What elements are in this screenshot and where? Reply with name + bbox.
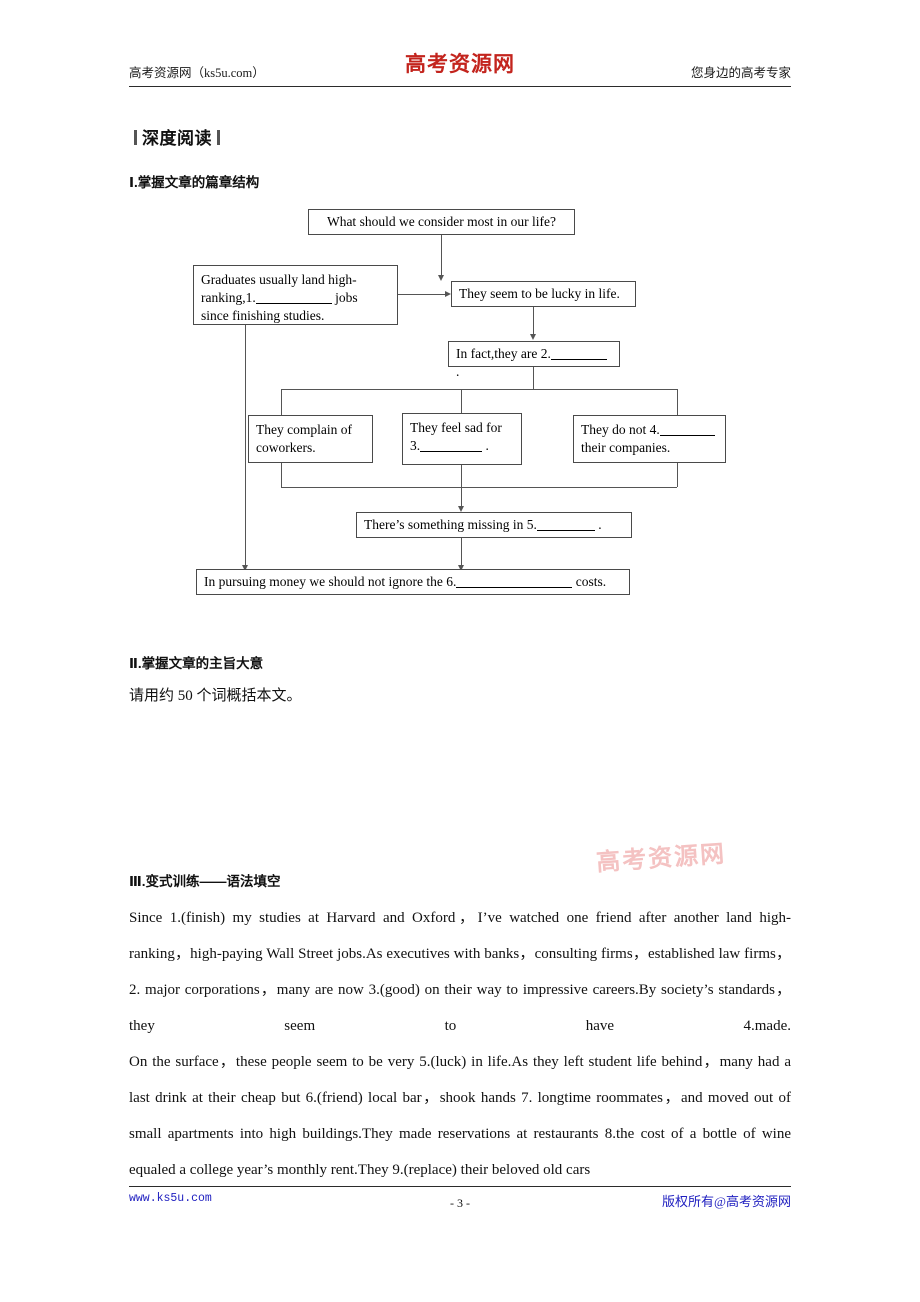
footer-divider: [129, 1186, 791, 1187]
connector-rise-sad: [461, 465, 462, 487]
flow-box-infact-suffix: .: [456, 364, 460, 379]
flow-box-graduates-line2-prefix: ranking,1.: [201, 290, 256, 305]
paragraph-1: Since 1.(finish) my studies at Harvard a…: [129, 910, 791, 1034]
blank-6: [456, 587, 573, 588]
flow-box-complain: They complain of coworkers.: [248, 415, 373, 463]
title-bar-right: [217, 130, 220, 145]
page-title-text: 深度阅读: [142, 129, 212, 148]
connector-drop-complain: [281, 389, 282, 415]
flow-box-graduates-line3: since finishing studies.: [201, 308, 325, 323]
connector-lucky-to-infact: [533, 307, 534, 336]
connector-drop-sad: [461, 389, 462, 415]
header-divider: [129, 86, 791, 87]
connector-drop-companies: [677, 389, 678, 415]
connector-rise-companies: [677, 463, 678, 487]
title-bar-left: [134, 130, 137, 145]
flow-box-companies-line2: their companies.: [581, 440, 671, 455]
section-3-heading: Ⅲ.变式训练——语法填空: [129, 874, 281, 889]
flow-box-conclusion-suffix: costs.: [575, 574, 607, 589]
connector-infact-down: [533, 367, 534, 389]
flow-box-graduates-line2-suffix: jobs: [335, 290, 358, 305]
flow-box-infact: In fact,they are 2. .: [448, 341, 620, 379]
section-2-heading: Ⅱ.掌握文章的主旨大意: [129, 656, 264, 671]
flow-box-complain-line1: They complain of: [256, 422, 352, 437]
connector-split-bus-top: [281, 389, 677, 390]
header-right-label: 您身边的高考专家: [690, 66, 791, 80]
flow-box-graduates-line1: Graduates usually land high-: [201, 272, 357, 287]
flow-box-lucky: They seem to be lucky in life.: [451, 281, 636, 307]
footer-copyright: 版权所有@高考资源网: [662, 1194, 791, 1209]
blank-3: [420, 451, 483, 452]
blank-1: [255, 303, 332, 304]
flow-box-sad-line1: They feel sad for: [410, 420, 502, 435]
arrow-down-to-infact: [529, 334, 536, 340]
page-watermark: 高考资源网: [595, 841, 727, 877]
flow-box-missing: There’s something missing in 5. .: [356, 512, 632, 538]
section-1-heading: Ⅰ.掌握文章的篇章结构: [129, 175, 260, 190]
flow-box-conclusion-prefix: In pursuing money we should not ignore t…: [204, 574, 457, 589]
connector-graduates-to-bottom: [245, 325, 246, 568]
flow-box-infact-prefix: In fact,they are 2.: [456, 346, 551, 361]
connector-graduates-to-lucky: [398, 294, 446, 295]
blank-2: [550, 359, 607, 360]
flow-box-complain-line2: coworkers.: [256, 440, 316, 455]
flow-box-companies: They do not 4. their companies.: [573, 415, 726, 463]
flow-box-companies-line1-prefix: They do not 4.: [581, 422, 660, 437]
connector-question-to-lucky: [441, 235, 442, 277]
connector-merge-bus-bottom: [281, 487, 677, 488]
document-page: 高考资源网（ks5u.com） 高考资源网 您身边的高考专家 深度阅读 Ⅰ.掌握…: [0, 0, 920, 1302]
flow-box-sad-line2-suffix: .: [485, 438, 489, 453]
arrow-down-to-lucky: [437, 275, 444, 281]
connector-missing-to-bottom: [461, 538, 462, 568]
connector-rise-complain: [281, 463, 282, 487]
blank-5: [536, 530, 595, 531]
flow-box-sad-line2-prefix: 3.: [410, 438, 421, 453]
page-title: 深度阅读: [129, 124, 225, 149]
flow-box-question: What should we consider most in our life…: [308, 209, 575, 235]
flow-box-sad: They feel sad for 3. .: [402, 413, 522, 465]
flow-box-missing-suffix: .: [598, 517, 602, 532]
paragraph-2: On the surface，these people seem to be v…: [129, 1054, 791, 1178]
flow-box-conclusion: In pursuing money we should not ignore t…: [196, 569, 630, 595]
section-2-body: 请用约 50 个词概括本文。: [129, 688, 302, 704]
flow-box-graduates: Graduates usually land high- ranking,1. …: [193, 265, 398, 325]
blank-4: [659, 435, 715, 436]
flow-box-missing-prefix: There’s something missing in 5.: [364, 517, 537, 532]
